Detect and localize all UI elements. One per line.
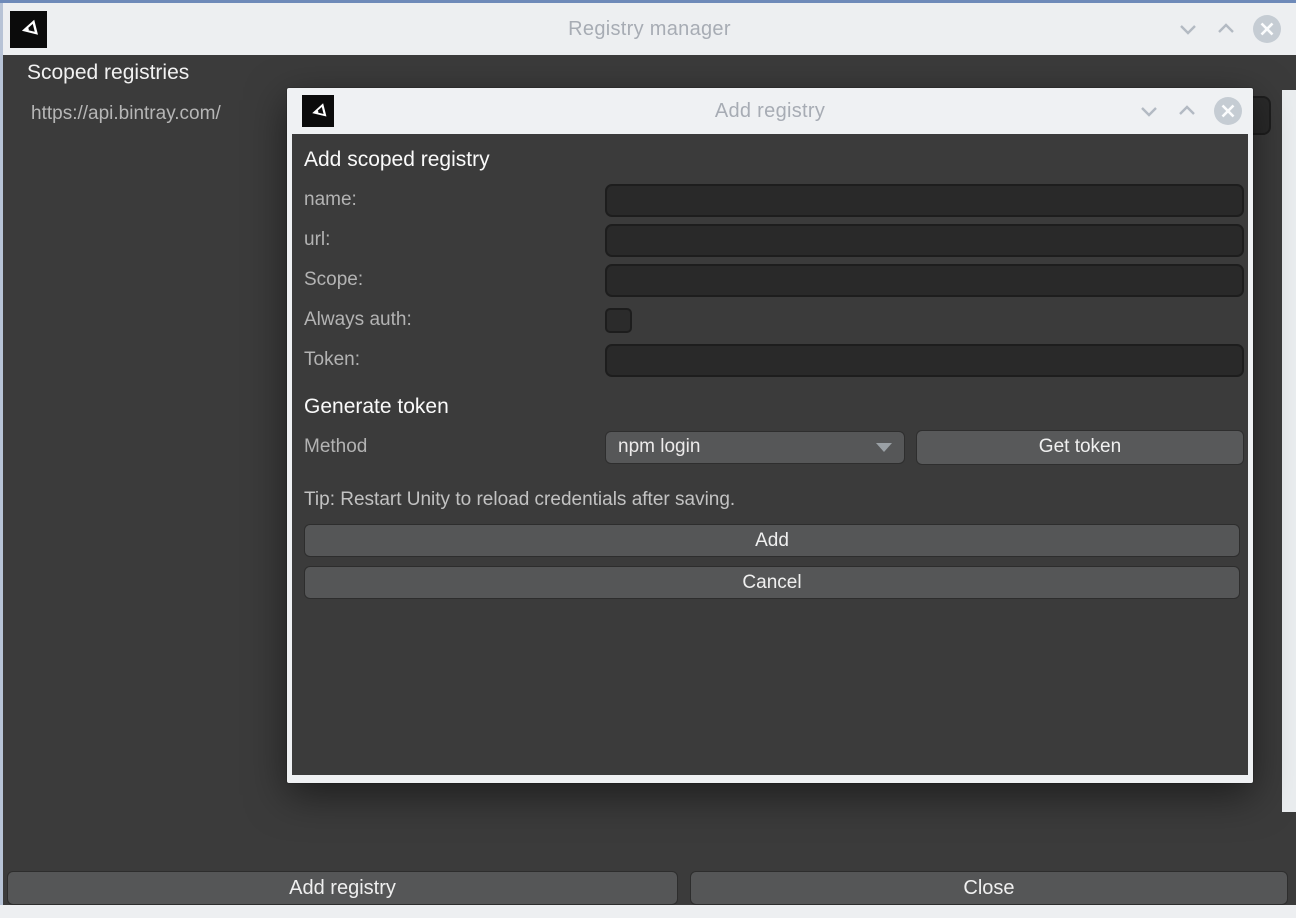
dialog-window-controls <box>1137 96 1253 126</box>
unity-logo-icon <box>307 100 330 123</box>
main-titlebar: Registry manager <box>3 3 1296 55</box>
chevron-up-icon <box>1214 17 1238 41</box>
close-window-button[interactable] <box>1252 14 1282 44</box>
method-row: Method npm login Get token <box>304 427 1244 467</box>
method-dropdown[interactable]: npm login <box>605 431 905 464</box>
close-icon <box>1213 96 1243 126</box>
chevron-down-icon <box>1176 17 1200 41</box>
dialog-close-window-button[interactable] <box>1213 96 1243 126</box>
method-label: Method <box>304 436 605 458</box>
dialog-body: Add scoped registry name: url: Scope: Al… <box>292 134 1248 775</box>
main-window-title: Registry manager <box>3 18 1296 41</box>
unity-logo-icon <box>16 16 42 42</box>
main-window-controls <box>1176 14 1296 44</box>
registry-list-item: https://api.bintray.com/ <box>31 103 221 125</box>
dialog-maximize-button[interactable] <box>1175 99 1199 123</box>
name-input[interactable] <box>605 184 1244 217</box>
scope-field-row: Scope: <box>304 260 1244 300</box>
url-field-row: url: <box>304 220 1244 260</box>
chevron-down-icon <box>1137 99 1161 123</box>
dropdown-arrow-icon <box>876 443 892 452</box>
minimize-button[interactable] <box>1176 17 1200 41</box>
url-label: url: <box>304 229 605 251</box>
url-input[interactable] <box>605 224 1244 257</box>
dialog-titlebar: Add registry <box>287 88 1253 134</box>
close-icon <box>1252 14 1282 44</box>
unity-window-icon[interactable] <box>10 11 47 48</box>
dialog-add-button[interactable]: Add <box>304 524 1240 557</box>
always-auth-checkbox[interactable] <box>605 308 632 333</box>
always-auth-label: Always auth: <box>304 309 605 331</box>
name-field-row: name: <box>304 180 1244 220</box>
get-token-button[interactable]: Get token <box>916 430 1244 465</box>
scope-label: Scope: <box>304 269 605 291</box>
dialog-minimize-button[interactable] <box>1137 99 1161 123</box>
dialog-title: Add registry <box>287 100 1253 123</box>
token-label: Token: <box>304 349 605 371</box>
add-registry-button[interactable]: Add registry <box>7 871 678 905</box>
scope-input[interactable] <box>605 264 1244 297</box>
chevron-up-icon <box>1175 99 1199 123</box>
add-scoped-registry-heading: Add scoped registry <box>304 148 1244 172</box>
name-label: name: <box>304 189 605 211</box>
add-registry-dialog: Add registry Add scoped registry name: <box>287 88 1253 783</box>
token-field-row: Token: <box>304 340 1244 380</box>
generate-token-heading: Generate token <box>304 395 1244 419</box>
dialog-unity-window-icon[interactable] <box>302 95 334 127</box>
token-input[interactable] <box>605 344 1244 377</box>
dialog-cancel-button[interactable]: Cancel <box>304 566 1240 599</box>
scoped-registries-heading: Scoped registries <box>27 61 189 85</box>
always-auth-row: Always auth: <box>304 300 1244 340</box>
method-dropdown-value: npm login <box>618 436 876 458</box>
scrollbar-track[interactable] <box>1282 90 1296 812</box>
maximize-button[interactable] <box>1214 17 1238 41</box>
tip-text: Tip: Restart Unity to reload credentials… <box>304 489 1244 511</box>
close-button[interactable]: Close <box>690 871 1288 905</box>
